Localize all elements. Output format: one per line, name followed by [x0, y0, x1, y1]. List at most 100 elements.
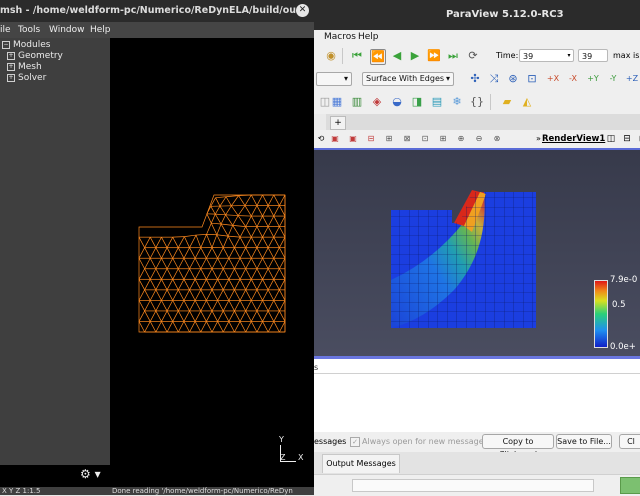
select-block-icon[interactable]: ⊠: [400, 132, 414, 146]
mesh-edge: [240, 227, 246, 238]
view-title[interactable]: RenderView1: [542, 134, 605, 144]
tree-collapse-icon[interactable]: −: [2, 41, 10, 49]
colorbar-mid-label: 0.5: [612, 300, 626, 310]
render-view[interactable]: 7.9e-0 0.5 0.0e+: [314, 150, 640, 356]
grow-selection-icon[interactable]: ⊕: [454, 132, 468, 146]
menu-window[interactable]: Window: [49, 25, 85, 35]
copy-to-clipboard-button[interactable]: Copy to Clipboard: [482, 434, 554, 449]
split-horizontal-icon[interactable]: ◫: [604, 132, 618, 146]
protractor-icon[interactable]: ◭: [520, 95, 534, 109]
view-minus-x-icon[interactable]: -X: [566, 72, 580, 86]
step-back-icon[interactable]: ◀: [390, 49, 404, 63]
zoom-data-icon[interactable]: ⤨: [487, 72, 501, 86]
view-plus-y-icon[interactable]: +Y: [586, 72, 600, 86]
render-canvas[interactable]: [314, 150, 640, 356]
mesh-edge: [150, 290, 156, 301]
interactive-select-icon[interactable]: ⊡: [418, 132, 432, 146]
zoom-box-icon[interactable]: ⊡: [525, 72, 539, 86]
clear-selection-icon[interactable]: ⊗: [490, 132, 504, 146]
mesh-edge: [161, 248, 167, 259]
tree-node-modules[interactable]: −Modules: [2, 40, 50, 50]
histogram-icon[interactable]: ▥: [350, 95, 364, 109]
split-vertical-icon[interactable]: ⊟: [620, 132, 634, 146]
next-frame-icon[interactable]: ⏩: [427, 49, 441, 63]
select-points-icon[interactable]: ⊟: [364, 132, 378, 146]
menu-tools[interactable]: Tools: [18, 25, 40, 35]
mesh-edge: [212, 321, 218, 332]
menu-help[interactable]: Help: [358, 32, 379, 42]
view-plus-x-icon[interactable]: +X: [546, 72, 560, 86]
output-messages-tab[interactable]: Output Messages: [322, 454, 400, 473]
mesh-edge: [234, 300, 240, 311]
mesh-edge: [150, 258, 156, 269]
mesh-edge: [240, 248, 246, 259]
contour-icon[interactable]: ◈: [370, 95, 384, 109]
previous-frame-icon[interactable]: ⏪: [370, 49, 386, 65]
mesh-edge: [206, 300, 212, 311]
play-icon[interactable]: ▶: [408, 49, 422, 63]
palette-icon[interactable]: ◉: [324, 49, 338, 63]
tree-expand-icon[interactable]: +: [7, 52, 15, 60]
camera-icon[interactable]: ▣: [328, 132, 342, 146]
mesh-edge: [217, 224, 221, 235]
close-icon[interactable]: ✕: [296, 4, 309, 17]
gear-icon[interactable]: ⚙ ▾: [80, 467, 108, 483]
paraview-status-bar: [314, 474, 640, 496]
tree-node-solver[interactable]: +Solver: [7, 73, 46, 83]
threshold-icon[interactable]: ▤: [430, 95, 444, 109]
save-to-file-button[interactable]: Save to File...: [556, 434, 612, 449]
view-plus-z-icon[interactable]: +Z: [625, 72, 639, 86]
always-open-checkbox[interactable]: ✓: [350, 437, 360, 447]
mesh-canvas[interactable]: [110, 38, 314, 487]
layout-tab-strip: +: [314, 114, 640, 130]
select-frustum-icon[interactable]: ⊞: [382, 132, 396, 146]
mesh-edge: [212, 311, 218, 322]
layout-tab[interactable]: [314, 114, 326, 130]
mesh-edge: [217, 235, 223, 248]
reset-camera-icon[interactable]: ✣: [468, 72, 482, 86]
undo-camera-icon[interactable]: ⟲: [314, 132, 328, 146]
tree-node-mesh[interactable]: +Mesh: [7, 62, 42, 72]
mesh-edge: [246, 216, 252, 227]
stream-tracer-icon[interactable]: ❄: [450, 95, 464, 109]
last-frame-icon[interactable]: ⏭: [446, 49, 460, 63]
timestep-spinbox[interactable]: 39: [578, 49, 608, 62]
tree-node-geometry[interactable]: +Geometry: [7, 51, 63, 61]
time-label: Time:: [496, 51, 518, 60]
always-open-label: Always open for new messages: [362, 437, 488, 446]
menu-macros[interactable]: Macros: [324, 32, 356, 42]
tree-expand-icon[interactable]: +: [7, 74, 15, 82]
representation-combo[interactable]: Surface With Edges ▾: [362, 72, 454, 86]
mesh-edge: [212, 300, 218, 311]
mesh-edge: [206, 269, 212, 280]
first-frame-icon[interactable]: ⏮: [350, 49, 364, 63]
panel-divider: [314, 373, 640, 374]
calculator-icon[interactable]: ▦: [330, 95, 344, 109]
mesh-edge: [145, 258, 151, 269]
slice-icon[interactable]: ◨: [410, 95, 424, 109]
clear-button[interactable]: Cl: [619, 434, 640, 449]
time-dropdown-arrow-icon[interactable]: ▾: [564, 49, 574, 62]
mesh-edge: [263, 237, 269, 248]
select-cells-icon[interactable]: ▣: [346, 132, 360, 146]
mesh-edge: [206, 258, 212, 269]
tree-expand-icon[interactable]: +: [7, 63, 15, 71]
group-datasets-icon[interactable]: {}: [470, 95, 484, 109]
view-minus-y-icon[interactable]: -Y: [606, 72, 620, 86]
zoom-closest-icon[interactable]: ⊛: [506, 72, 520, 86]
module-tree: −Modules +Geometry +Mesh +Solver: [0, 38, 110, 465]
clip-icon[interactable]: ◒: [390, 95, 404, 109]
coloring-combo[interactable]: ▾: [316, 72, 352, 86]
mesh-edge: [195, 248, 201, 259]
mesh-edge: [246, 237, 252, 248]
gmsh-graphics-view[interactable]: Y Z X: [110, 38, 314, 487]
menu-file[interactable]: ile: [0, 25, 11, 35]
maximize-view-icon[interactable]: ▢: [636, 132, 640, 146]
add-layout-tab-button[interactable]: +: [330, 116, 346, 130]
ruler-icon[interactable]: ▰: [500, 95, 514, 109]
polygon-select-icon[interactable]: ⊞: [436, 132, 450, 146]
mesh-edge: [226, 215, 233, 226]
loop-icon[interactable]: ⟳: [466, 49, 480, 63]
menu-help[interactable]: Help: [90, 25, 111, 35]
shrink-selection-icon[interactable]: ⊖: [472, 132, 486, 146]
